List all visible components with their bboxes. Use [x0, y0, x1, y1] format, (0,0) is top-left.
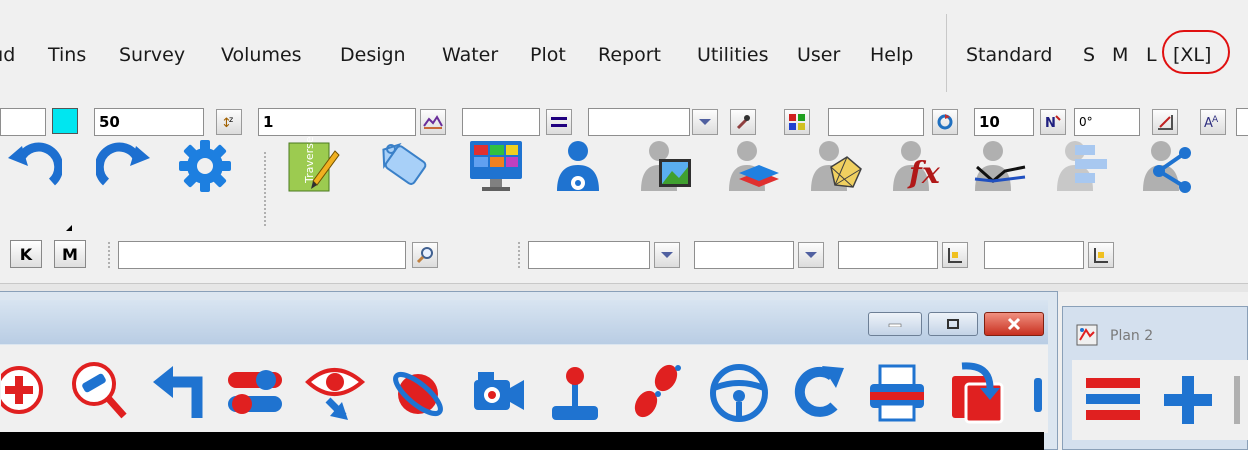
redo-icon[interactable]	[94, 136, 154, 196]
menu-lines-icon[interactable]	[1082, 372, 1144, 428]
zoom-out-icon[interactable]	[66, 356, 128, 430]
export-icon[interactable]	[946, 356, 1008, 430]
text-field-blank-4[interactable]	[984, 241, 1084, 269]
text-field-left[interactable]	[0, 108, 46, 136]
angle-icon[interactable]	[1152, 109, 1178, 135]
chevron-down-icon[interactable]	[692, 109, 718, 135]
orbit-icon[interactable]	[386, 356, 448, 430]
coordinate-icon[interactable]	[1088, 242, 1114, 268]
color-swatch[interactable]	[52, 108, 78, 134]
user-layers-icon[interactable]	[724, 136, 784, 196]
text-field-blank-2[interactable]	[828, 108, 924, 136]
refresh-icon[interactable]	[932, 109, 958, 135]
dropdown-field[interactable]	[588, 108, 690, 136]
eyedropper-icon[interactable]	[730, 109, 756, 135]
text-field-edge[interactable]	[1236, 108, 1248, 136]
print-icon[interactable]	[866, 356, 928, 430]
plan-window-title: Plan 2	[1110, 328, 1154, 344]
menu-separator	[946, 14, 947, 92]
joystick-icon[interactable]	[544, 356, 606, 430]
rotate-icon[interactable]	[786, 356, 848, 430]
restore-button[interactable]	[928, 312, 978, 336]
menu-item-volumes[interactable]: Volumes	[221, 44, 302, 66]
menu-item-report[interactable]: Report	[598, 44, 661, 66]
user-profile-icon[interactable]	[970, 136, 1030, 196]
user-tin-icon[interactable]	[806, 136, 866, 196]
plan-window-icon[interactable]	[1076, 324, 1098, 346]
footsteps-icon[interactable]	[626, 356, 688, 430]
menu-item-help[interactable]: Help	[870, 44, 913, 66]
dropdown-field-1[interactable]	[528, 241, 650, 269]
text-field-blank-3[interactable]	[838, 241, 938, 269]
menu-item-design[interactable]: Design	[340, 44, 406, 66]
partial-tool-icon[interactable]	[1028, 356, 1046, 430]
user-share-icon[interactable]	[1138, 136, 1198, 196]
sort-icon[interactable]: ↕ z	[216, 109, 242, 135]
menu-item-standard[interactable]: Standard	[966, 44, 1052, 66]
svg-text:N: N	[1045, 116, 1056, 131]
tag-icon[interactable]	[372, 136, 432, 196]
dropdown-arrow-icon[interactable]	[66, 216, 72, 231]
menu-item-user[interactable]: User	[797, 44, 840, 66]
font-icon[interactable]: AA	[1200, 109, 1226, 135]
svg-text:A: A	[1212, 115, 1219, 125]
dropdown-field-2[interactable]	[694, 241, 794, 269]
add-icon[interactable]	[1160, 372, 1216, 428]
text-field-blank-1[interactable]	[462, 108, 540, 136]
text-field-50[interactable]: 50	[94, 108, 204, 136]
k-button[interactable]: K	[10, 240, 42, 268]
highlight-circle	[1162, 30, 1230, 74]
menu-item-size-s[interactable]: S	[1083, 44, 1095, 66]
view-icon[interactable]	[304, 356, 366, 430]
coordinate-icon[interactable]	[942, 242, 968, 268]
menu-item-plot[interactable]: Plot	[530, 44, 566, 66]
partial-tool-icon[interactable]	[1232, 372, 1248, 428]
chevron-down-icon[interactable]	[654, 242, 680, 268]
menu-item-survey[interactable]: Survey	[119, 44, 185, 66]
back-arrow-icon[interactable]	[148, 356, 210, 430]
user-template-icon[interactable]	[1052, 136, 1112, 196]
undo-icon[interactable]	[4, 136, 64, 196]
svg-text:z: z	[229, 115, 233, 124]
user-settings-icon[interactable]	[548, 136, 608, 196]
line-style-icon[interactable]	[546, 109, 572, 135]
steering-wheel-icon[interactable]	[708, 356, 770, 430]
menu-item-size-m[interactable]: M	[1112, 44, 1128, 66]
menu-item-tins[interactable]: Tins	[48, 44, 86, 66]
drawing-canvas[interactable]	[0, 432, 1044, 450]
gear-icon[interactable]	[175, 136, 235, 196]
user-function-icon[interactable]: fx	[888, 136, 948, 196]
traverse-icon[interactable]: Traverse	[282, 136, 342, 196]
toolbar-grip[interactable]	[108, 242, 114, 268]
minimize-button[interactable]	[868, 312, 922, 336]
tiles-icon[interactable]	[784, 109, 810, 135]
monitor-icon[interactable]	[466, 136, 526, 196]
menu-item-cad[interactable]: ıd	[0, 44, 15, 66]
text-field-10[interactable]: 10	[974, 108, 1034, 136]
zoom-in-icon[interactable]	[0, 356, 62, 430]
search-icon[interactable]	[412, 242, 438, 268]
camera-icon[interactable]	[466, 356, 528, 430]
toolbar-grip[interactable]	[518, 242, 524, 268]
m-button[interactable]: M	[54, 240, 86, 268]
user-image-icon[interactable]	[636, 136, 696, 196]
menu-item-utilities[interactable]: Utilities	[697, 44, 769, 66]
toggle-layers-icon[interactable]	[224, 356, 286, 430]
toolbar-grip[interactable]	[264, 152, 270, 226]
chevron-down-icon[interactable]	[798, 242, 824, 268]
text-field-1[interactable]: 1	[258, 108, 416, 136]
close-button[interactable]	[984, 312, 1044, 336]
terrain-icon[interactable]	[420, 109, 446, 135]
svg-text:fx: fx	[907, 156, 941, 191]
search-input[interactable]	[118, 241, 406, 269]
angle-field[interactable]: 0°	[1074, 108, 1140, 136]
text-size-icon[interactable]: N	[1040, 109, 1066, 135]
menu-bar: ıd Tins Survey Volumes Design Water Plot…	[0, 0, 1248, 92]
menu-item-size-l[interactable]: L	[1146, 44, 1157, 66]
menu-item-water[interactable]: Water	[442, 44, 498, 66]
svg-text:Traverse: Traverse	[303, 137, 316, 184]
